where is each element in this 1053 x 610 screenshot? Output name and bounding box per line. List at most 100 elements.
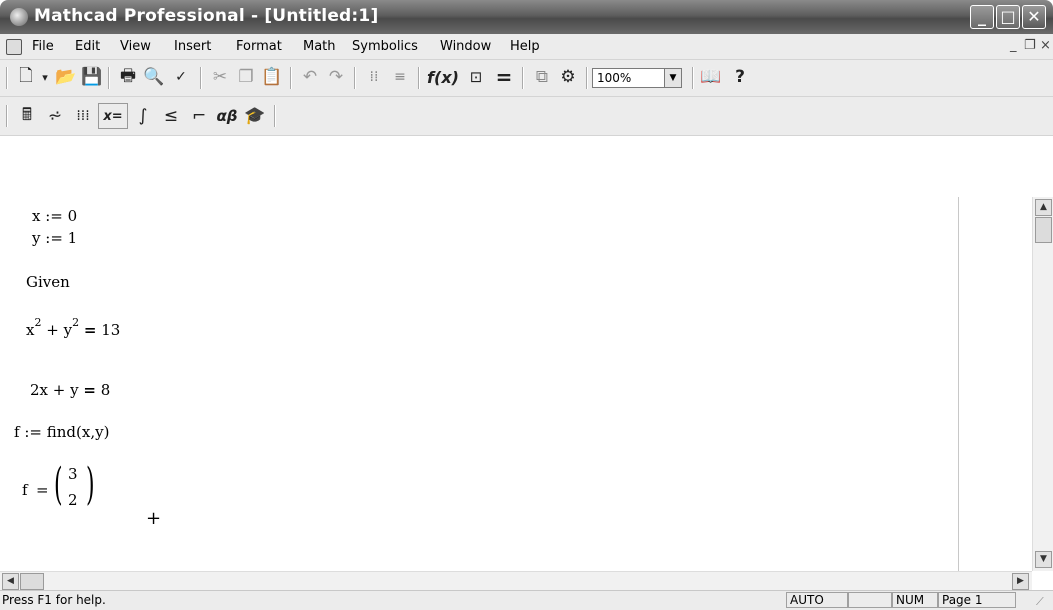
toolbar-grip xyxy=(6,105,8,127)
maximize-button[interactable]: □ xyxy=(996,5,1020,29)
eq2-lhs: 2x + y xyxy=(30,381,79,399)
calculus-toolbar-icon[interactable]: ∫ xyxy=(130,99,156,133)
matrix-toolbar-icon[interactable]: ⁞⁞⁞ xyxy=(70,99,96,133)
paste-icon[interactable]: 📋 xyxy=(260,60,284,94)
given-keyword[interactable]: Given xyxy=(26,273,70,291)
assign-x-var: x xyxy=(32,207,41,225)
menu-format[interactable]: Format xyxy=(236,39,282,54)
toolbar-separator xyxy=(200,67,202,89)
toolbar-separator xyxy=(354,67,356,89)
assign-x-val: 0 xyxy=(67,207,78,225)
insert-unit-icon[interactable]: ⊡ xyxy=(464,60,488,94)
find-rhs: find(x,y) xyxy=(46,423,110,441)
print-icon[interactable]: 🖶 xyxy=(116,60,140,94)
minimize-button[interactable]: _ xyxy=(970,5,994,29)
dropdown-arrow-icon[interactable]: ▾ xyxy=(38,60,52,94)
scroll-right-icon[interactable]: ▶ xyxy=(1012,573,1029,590)
align-across-icon[interactable]: ⁞⁞ xyxy=(362,60,386,94)
menu-insert[interactable]: Insert xyxy=(174,39,211,54)
resource-icon[interactable]: ⚙ xyxy=(556,60,580,94)
eq1-plus: + xyxy=(46,321,59,339)
eq2-rhs: 8 xyxy=(100,381,111,399)
page-boundary-line xyxy=(958,197,959,571)
result-equals: = xyxy=(36,481,49,499)
menu-window[interactable]: Window xyxy=(440,39,491,54)
evaluation-toolbar-icon[interactable]: x= xyxy=(98,103,128,129)
assign-op: := xyxy=(45,207,63,225)
eq1-y-exponent: 2 xyxy=(72,316,80,329)
doc-close-button[interactable]: × xyxy=(1040,38,1051,53)
assign-y[interactable]: y := 1 xyxy=(32,229,77,247)
status-page: Page 1 xyxy=(938,592,1016,608)
eq1-y: y xyxy=(63,321,73,339)
eq1-x-exponent: 2 xyxy=(34,316,42,329)
vertical-scroll-thumb[interactable] xyxy=(1035,217,1052,243)
status-help-text: Press F1 for help. xyxy=(2,593,106,607)
help-icon[interactable]: ? xyxy=(728,60,752,94)
standard-toolbar: 🗋 ▾ 📂 💾 🖶 🔍 ✓ ✂ ❐ 📋 ↶ ↷ ⁞⁞ ≡ f(x) ⊡ = ⧉ … xyxy=(0,60,1053,97)
find-definition[interactable]: f := find(x,y) xyxy=(14,423,109,441)
menu-math[interactable]: Math xyxy=(303,39,336,54)
calculator-toolbar-icon[interactable]: 🖩 xyxy=(14,99,40,133)
undo-icon[interactable]: ↶ xyxy=(298,60,322,94)
menu-view[interactable]: View xyxy=(120,39,151,54)
spellcheck-icon[interactable]: ✓ xyxy=(168,60,194,94)
toolbar-separator xyxy=(290,67,292,89)
horizontal-scroll-thumb[interactable] xyxy=(20,573,44,590)
result-lhs: f xyxy=(22,481,28,499)
doc-restore-button[interactable]: ❐ xyxy=(1024,38,1036,53)
toolbar-grip xyxy=(6,67,8,89)
menu-help[interactable]: Help xyxy=(510,39,540,54)
zoom-dropdown-icon[interactable]: ▼ xyxy=(664,68,682,88)
programming-toolbar-icon[interactable]: ⌐ xyxy=(186,99,212,133)
scroll-up-icon[interactable]: ▲ xyxy=(1035,199,1052,216)
equation-1[interactable]: x2 + y2 = 13 xyxy=(26,316,120,339)
math-toolbar: 🖩 ⩫ ⁞⁞⁞ x= ∫ ≤ ⌐ αβ 🎓 xyxy=(0,97,1053,136)
assign-op: := xyxy=(45,229,63,247)
new-document-icon[interactable]: 🗋 xyxy=(14,60,38,94)
boolean-toolbar-icon[interactable]: ≤ xyxy=(158,99,184,133)
insert-function-icon[interactable]: f(x) xyxy=(426,60,460,94)
find-op: := xyxy=(24,423,42,441)
menu-symbolics[interactable]: Symbolics xyxy=(352,39,418,54)
open-folder-icon[interactable]: 📂 xyxy=(54,60,78,94)
assign-x[interactable]: x := 0 xyxy=(32,207,77,225)
menu-file[interactable]: File xyxy=(32,39,54,54)
redo-icon[interactable]: ↷ xyxy=(324,60,348,94)
matrix-left-paren: ( xyxy=(54,459,63,510)
align-down-icon[interactable]: ≡ xyxy=(388,60,412,94)
result-value-1: 2 xyxy=(68,491,78,509)
menu-edit[interactable]: Edit xyxy=(75,39,100,54)
toolbar-separator xyxy=(108,67,110,89)
result-value-0: 3 xyxy=(68,465,78,483)
save-icon[interactable]: 💾 xyxy=(80,60,104,94)
worksheet[interactable]: x := 0 y := 1 Given x2 + y2 = 13 2x + y … xyxy=(0,197,1032,571)
resource-center-icon[interactable]: 📖 xyxy=(698,60,724,94)
vertical-scrollbar[interactable]: ▲ ▼ xyxy=(1032,197,1053,571)
print-preview-icon[interactable]: 🔍 xyxy=(142,60,166,94)
graph-toolbar-icon[interactable]: ⩫ xyxy=(42,99,68,133)
toolbar-separator xyxy=(522,67,524,89)
scroll-down-icon[interactable]: ▼ xyxy=(1035,551,1052,568)
mathcad-app-icon[interactable] xyxy=(10,8,28,26)
equation-2[interactable]: 2x + y = 8 xyxy=(30,381,110,399)
calculate-icon[interactable]: = xyxy=(492,60,516,94)
document-menu-icon[interactable] xyxy=(6,39,22,55)
eq2-bold-equals: = xyxy=(83,381,96,399)
scroll-left-icon[interactable]: ◀ xyxy=(2,573,19,590)
window-title: Mathcad Professional - [Untitled:1] xyxy=(34,6,379,26)
status-num: NUM xyxy=(892,592,938,608)
resize-grip-icon[interactable]: ⟋ xyxy=(1036,595,1044,609)
symbolic-toolbar-icon[interactable]: 🎓 xyxy=(242,99,268,133)
status-bar: Press F1 for help. AUTO NUM Page 1 ⟋ xyxy=(0,590,1053,610)
assign-y-var: y xyxy=(32,229,41,247)
component-icon[interactable]: ⧉ xyxy=(530,60,554,94)
horizontal-scrollbar[interactable]: ◀ ▶ xyxy=(0,571,1032,591)
greek-toolbar-icon[interactable]: αβ xyxy=(214,99,240,133)
doc-minimize-button[interactable]: _ xyxy=(1010,38,1017,53)
copy-icon[interactable]: ❐ xyxy=(234,60,258,94)
close-button[interactable]: ✕ xyxy=(1022,5,1046,29)
cut-icon[interactable]: ✂ xyxy=(208,60,232,94)
assign-y-val: 1 xyxy=(67,229,78,247)
toolbar-separator xyxy=(692,67,694,89)
